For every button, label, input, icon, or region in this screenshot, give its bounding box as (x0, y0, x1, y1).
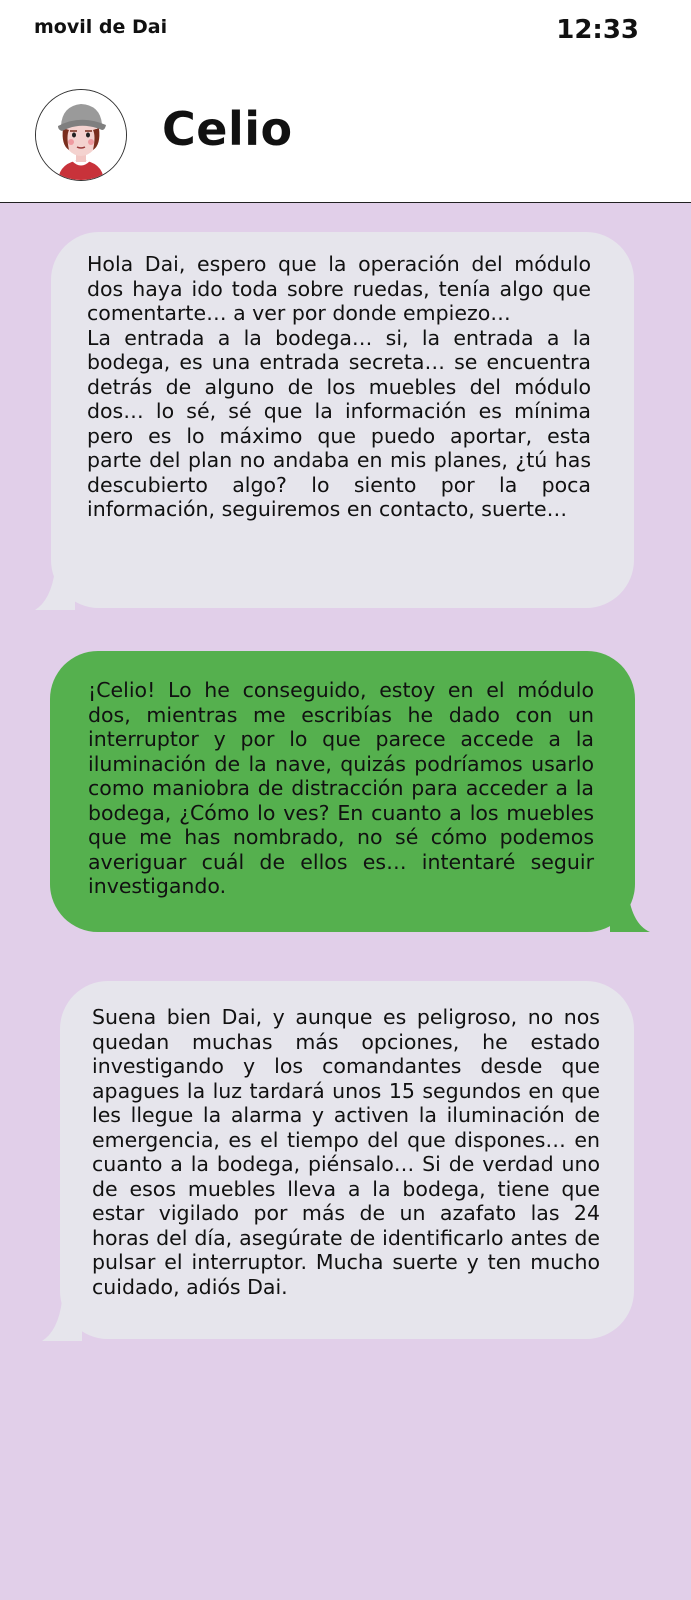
device-name: movil de Dai (34, 16, 168, 38)
bubble-tail (35, 570, 75, 610)
contact-name: Celio (162, 102, 293, 156)
bubble-tail (42, 1301, 82, 1341)
message-text: Suena bien Dai, y aunque es peligroso, n… (92, 1005, 600, 1299)
status-time: 12:33 (556, 15, 639, 45)
message-bubble-incoming: Hola Dai, espero que la operación del mó… (35, 232, 634, 610)
message-text: Hola Dai, espero que la operación del mó… (87, 252, 591, 521)
avatar-icon[interactable] (35, 89, 127, 181)
bubble-tail (610, 892, 650, 932)
message-bubble-incoming: Suena bien Dai, y aunque es peligroso, n… (42, 981, 634, 1341)
chat-header: Celio (0, 60, 691, 203)
message-list[interactable]: Hola Dai, espero que la operación del mó… (0, 203, 691, 1600)
message-bubble-outgoing: ¡Celio! Lo he conseguido, estoy en el mó… (50, 651, 650, 932)
message-text: ¡Celio! Lo he conseguido, estoy en el mó… (88, 678, 594, 898)
status-bar: movil de Dai 12:33 (0, 0, 691, 60)
